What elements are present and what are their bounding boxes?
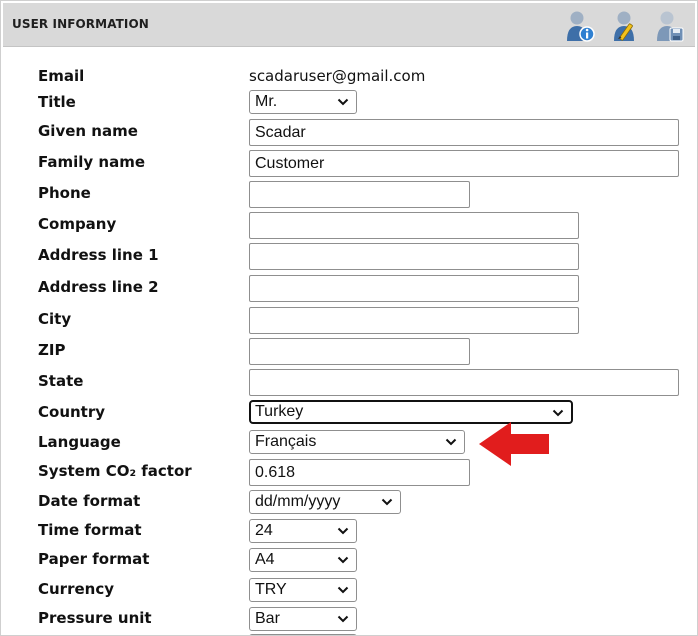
family-name-label: Family name — [38, 153, 146, 171]
zip-input[interactable] — [249, 338, 470, 365]
currency-select-value: TRY — [255, 581, 287, 598]
user-edit-icon[interactable] — [611, 9, 641, 43]
address-line-2-input[interactable] — [249, 275, 579, 302]
panel-title: USER INFORMATION — [12, 17, 149, 31]
time-format-select-value: 24 — [255, 522, 273, 539]
chevron-down-icon — [445, 438, 457, 446]
date-format-select-value: dd/mm/yyyy — [255, 493, 341, 510]
co2-factor-label: System CO₂ factor — [38, 462, 192, 480]
currency-select[interactable]: TRY — [249, 578, 357, 602]
time-format-select[interactable]: 24 — [249, 519, 357, 543]
panel-header: USER INFORMATION — [3, 3, 695, 47]
company-label: Company — [38, 215, 117, 233]
pressure-unit-select-value: Bar — [255, 610, 280, 627]
city-label: City — [38, 310, 72, 328]
company-input[interactable] — [249, 212, 579, 239]
chevron-down-icon — [552, 409, 564, 417]
title-select[interactable]: Mr. — [249, 90, 357, 114]
user-save-icon[interactable] — [655, 9, 685, 43]
phone-input[interactable] — [249, 181, 470, 208]
paper-format-select[interactable]: A4 — [249, 548, 357, 572]
state-input[interactable] — [249, 369, 679, 396]
state-label: State — [38, 372, 84, 390]
paper-format-select-value: A4 — [255, 551, 275, 568]
chevron-down-icon — [337, 527, 349, 535]
language-select[interactable]: Français — [249, 430, 465, 454]
email-label: Email — [38, 67, 85, 85]
chevron-down-icon — [337, 556, 349, 564]
pressure-unit-label: Pressure unit — [38, 609, 152, 627]
chevron-down-icon — [381, 498, 393, 506]
time-format-label: Time format — [38, 521, 142, 539]
family-name-input[interactable] — [249, 150, 679, 177]
chevron-down-icon — [337, 615, 349, 623]
date-format-label: Date format — [38, 492, 141, 510]
address-line-1-input[interactable] — [249, 243, 579, 270]
chevron-down-icon — [337, 98, 349, 106]
country-select-value: Turkey — [255, 403, 304, 420]
co2-factor-input[interactable] — [249, 459, 470, 486]
email-value: scadaruser@gmail.com — [249, 67, 426, 85]
language-select-value: Français — [255, 433, 317, 450]
paper-format-label: Paper format — [38, 550, 150, 568]
given-name-input[interactable] — [249, 119, 679, 146]
given-name-label: Given name — [38, 122, 138, 140]
title-label: Title — [38, 93, 76, 111]
address-line-2-label: Address line 2 — [38, 278, 159, 296]
pressure-unit-select[interactable]: Bar — [249, 607, 357, 631]
title-select-value: Mr. — [255, 93, 278, 110]
date-format-select[interactable]: dd/mm/yyyy — [249, 490, 401, 514]
currency-label: Currency — [38, 580, 115, 598]
zip-label: ZIP — [38, 341, 66, 359]
user-info-icon[interactable] — [565, 9, 595, 43]
phone-label: Phone — [38, 184, 91, 202]
address-line-1-label: Address line 1 — [38, 246, 159, 264]
language-label: Language — [38, 433, 121, 451]
red-arrow-annotation — [479, 422, 549, 466]
country-label: Country — [38, 403, 106, 421]
chevron-down-icon — [337, 586, 349, 594]
city-input[interactable] — [249, 307, 579, 334]
user-information-panel: USER INFORMATION Email scadaruser@gmail.… — [0, 0, 698, 636]
